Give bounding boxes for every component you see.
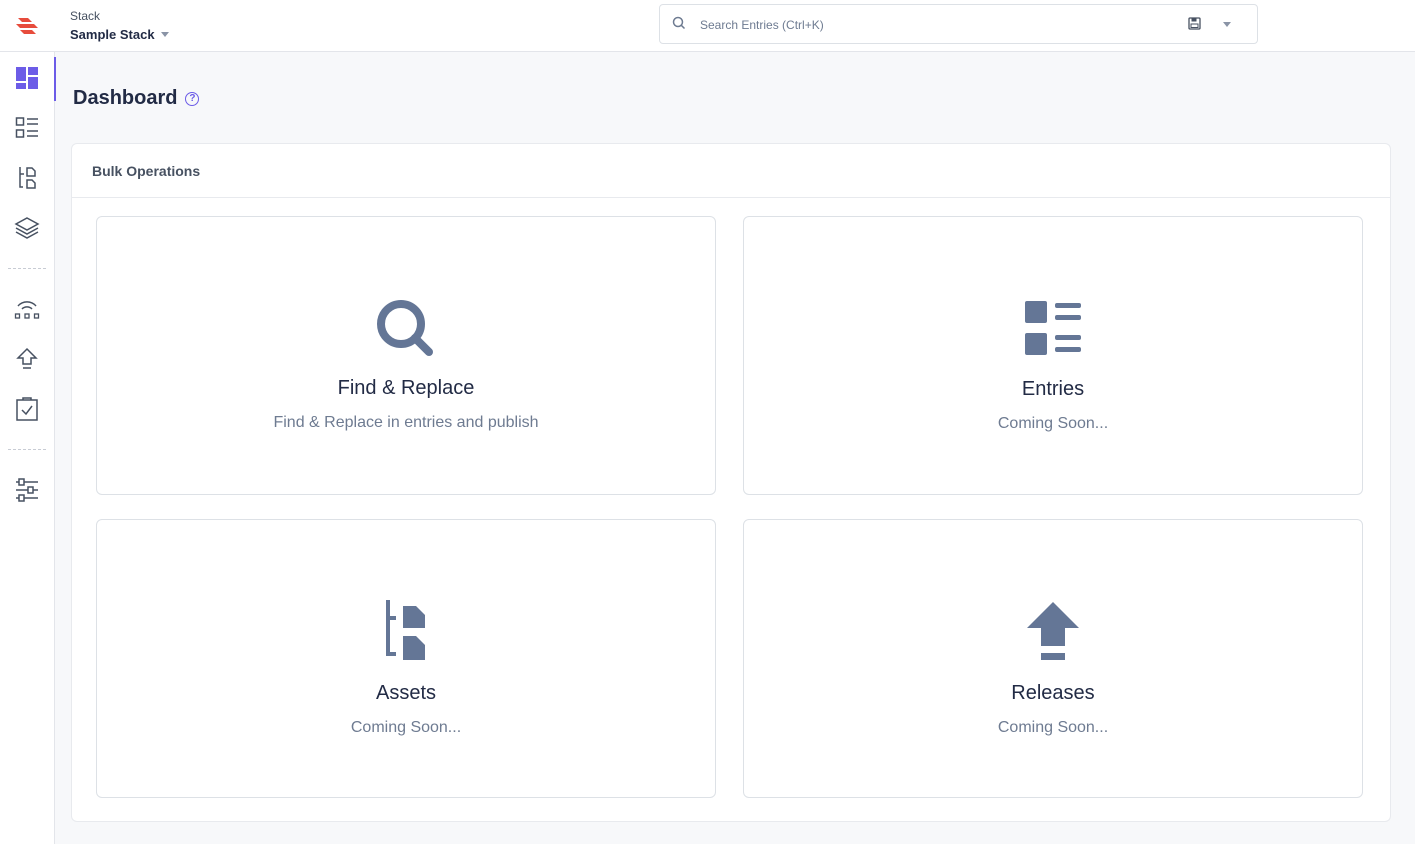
panel-heading: Bulk Operations [72,144,1390,198]
search-icon [672,16,686,30]
sliders-icon[interactable] [14,477,40,503]
workflow-icon[interactable] [14,296,40,322]
dashboard-icon[interactable] [14,65,40,91]
card-title: Assets [375,682,437,704]
entries-list-icon[interactable] [14,115,40,141]
search-icon [377,300,433,356]
card-title: Releases [1011,682,1095,704]
card-subtitle: Coming Soon... [997,719,1109,736]
stack-selector[interactable]: Sample Stack [70,27,169,42]
stack-label: Stack [70,9,101,23]
top-bar: Stack Sample Stack [0,0,1415,52]
chevron-down-icon[interactable] [1223,22,1231,27]
active-indicator [54,57,56,101]
search-bar[interactable] [659,4,1258,44]
divider [8,268,46,269]
layers-icon[interactable] [14,215,40,241]
card-title: Find & Replace [337,377,475,399]
sidebar [0,52,56,844]
upload-icon[interactable] [14,346,40,372]
search-input[interactable] [698,14,1142,36]
card-subtitle: Coming Soon... [997,415,1109,432]
page-title-text: Dashboard [73,87,178,109]
releases-card[interactable]: Releases Coming Soon... [743,519,1363,798]
card-subtitle: Find & Replace in entries and publish [273,414,539,431]
page-title: Dashboard ? [73,87,200,110]
find-replace-card[interactable]: Find & Replace Find & Replace in entries… [96,216,716,495]
card-subtitle: Coming Soon... [350,719,462,736]
save-icon[interactable] [1188,17,1201,30]
assets-card[interactable]: Assets Coming Soon... [96,519,716,798]
help-icon[interactable]: ? [185,91,200,106]
entries-card[interactable]: Entries Coming Soon... [743,216,1363,495]
stack-name: Sample Stack [70,27,155,42]
assets-icon[interactable] [14,165,40,191]
release-upload-icon [1027,602,1079,660]
card-title: Entries [1021,378,1085,400]
logo-icon[interactable] [14,12,42,40]
assets-icon [386,600,425,660]
bulk-operations-panel: Bulk Operations Find & Replace Find & Re… [71,143,1391,822]
clipboard-check-icon[interactable] [14,396,40,422]
divider [8,449,46,450]
chevron-down-icon [160,32,169,37]
entries-icon [1025,301,1081,355]
